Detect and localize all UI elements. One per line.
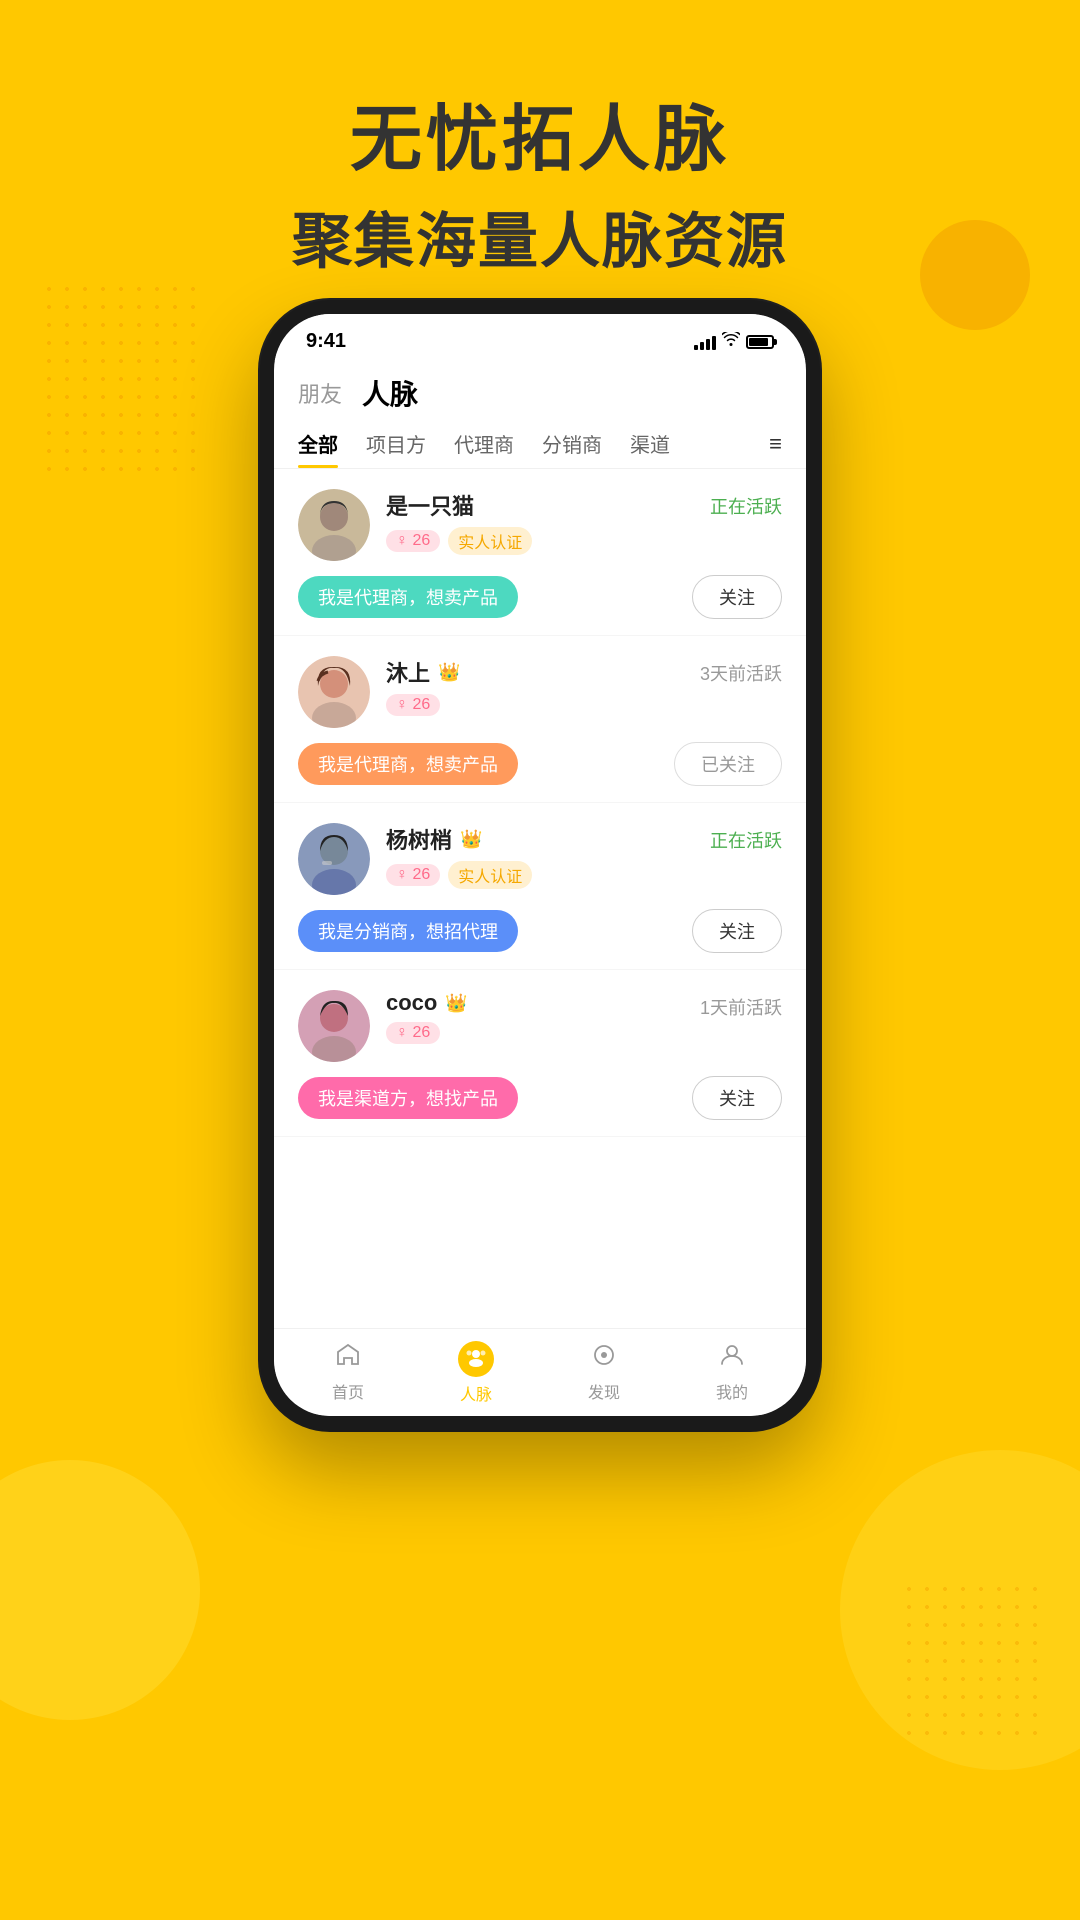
user-name: 杨树梢	[386, 823, 452, 855]
follow-button[interactable]: 关注	[692, 909, 782, 953]
follow-button[interactable]: 已关注	[674, 742, 782, 786]
user-details: 沐上 👑 ♀ 26	[386, 656, 460, 716]
intro-tag: 我是分销商，想招代理	[298, 910, 518, 952]
wifi-icon	[722, 332, 740, 351]
top-nav: 朋友 人脉	[274, 361, 806, 413]
avatar	[298, 823, 370, 895]
battery-icon	[746, 335, 774, 349]
tags-row: ♀ 26	[386, 694, 460, 716]
bg-circle-left-bottom	[0, 1460, 200, 1720]
intro-tag: 我是渠道方，想找产品	[298, 1077, 518, 1119]
phone-screen: 9:41	[274, 314, 806, 1416]
nav-discover[interactable]: 发现	[540, 1342, 668, 1403]
user-card-bottom: 我是分销商，想招代理 关注	[298, 909, 782, 953]
nav-renmai-label: 人脉	[460, 1381, 492, 1405]
user-name: 是一只猫	[386, 489, 474, 521]
avatar	[298, 489, 370, 561]
follow-button[interactable]: 关注	[692, 1076, 782, 1120]
user-card: 沐上 👑 ♀ 26 3天前活跃 我是代理商，想卖产品 已关注	[274, 636, 806, 803]
user-card: coco 👑 ♀ 26 1天前活跃 我是渠道方，想找产品 关注	[274, 970, 806, 1137]
crown-icon: 👑	[460, 829, 482, 850]
avatar	[298, 990, 370, 1062]
user-details: coco 👑 ♀ 26	[386, 990, 468, 1044]
status-time: 9:41	[306, 330, 346, 353]
phone-mockup: 9:41	[260, 300, 820, 1430]
nav-mine-label: 我的	[716, 1379, 748, 1403]
home-icon	[335, 1342, 361, 1375]
user-status: 正在活跃	[710, 489, 782, 519]
nav-discover-label: 发现	[588, 1379, 620, 1403]
user-card: 是一只猫 ♀ 26 实人认证 正在活跃 我是代理商，想卖产品 关注	[274, 469, 806, 636]
mine-icon	[719, 1342, 745, 1375]
user-card: 杨树梢 👑 ♀ 26 实人认证 正在活跃 我是分销商，想招代理 关注	[274, 803, 806, 970]
user-card-top: 杨树梢 👑 ♀ 26 实人认证 正在活跃	[298, 823, 782, 895]
bg-dots-right	[900, 1580, 1040, 1740]
tab-agent[interactable]: 代理商	[454, 429, 514, 468]
verified-tag: 实人认证	[448, 527, 532, 555]
user-name-row: 杨树梢 👑	[386, 823, 532, 855]
tab-channel[interactable]: 渠道	[630, 429, 670, 468]
user-card-bottom: 我是渠道方，想找产品 关注	[298, 1076, 782, 1120]
user-status: 1天前活跃	[700, 990, 782, 1020]
friends-tab[interactable]: 朋友	[298, 377, 342, 409]
tags-row: ♀ 26 实人认证	[386, 861, 532, 889]
user-info-left: 杨树梢 👑 ♀ 26 实人认证	[298, 823, 532, 895]
user-name: coco	[386, 990, 437, 1016]
user-info-left: 沐上 👑 ♀ 26	[298, 656, 460, 728]
crown-icon: 👑	[445, 993, 467, 1014]
follow-button[interactable]: 关注	[692, 575, 782, 619]
status-icons	[694, 332, 774, 351]
discover-icon	[591, 1342, 617, 1375]
user-name-row: 是一只猫	[386, 489, 532, 521]
header-section: 无忧拓人脉 聚集海量人脉资源	[0, 0, 1080, 280]
nav-home[interactable]: 首页	[284, 1342, 412, 1403]
nav-renmai[interactable]: 人脉	[412, 1341, 540, 1405]
user-status: 3天前活跃	[700, 656, 782, 686]
phone-frame: 9:41	[260, 300, 820, 1430]
nav-mine[interactable]: 我的	[668, 1342, 796, 1403]
user-info-left: 是一只猫 ♀ 26 实人认证	[298, 489, 532, 561]
status-bar: 9:41	[274, 314, 806, 361]
signal-icon	[694, 334, 716, 350]
avatar	[298, 656, 370, 728]
gender-tag: ♀ 26	[386, 864, 440, 886]
renmai-nav-icon	[465, 1345, 487, 1373]
gender-tag: ♀ 26	[386, 530, 440, 552]
tags-row: ♀ 26	[386, 1022, 468, 1044]
header-line1: 无忧拓人脉	[0, 80, 1080, 185]
nav-active-indicator	[458, 1341, 494, 1377]
filter-tabs: 全部 项目方 代理商 分销商 渠道 ≡	[274, 413, 806, 469]
gender-tag: ♀ 26	[386, 1022, 440, 1044]
user-card-top: coco 👑 ♀ 26 1天前活跃	[298, 990, 782, 1062]
user-card-bottom: 我是代理商，想卖产品 已关注	[298, 742, 782, 786]
intro-tag: 我是代理商，想卖产品	[298, 576, 518, 618]
bg-dots-left	[40, 280, 200, 480]
user-card-top: 沐上 👑 ♀ 26 3天前活跃	[298, 656, 782, 728]
verified-tag: 实人认证	[448, 861, 532, 889]
tags-row: ♀ 26 实人认证	[386, 527, 532, 555]
user-name-row: coco 👑	[386, 990, 468, 1016]
user-name: 沐上	[386, 656, 430, 688]
tab-project[interactable]: 项目方	[366, 429, 426, 468]
user-details: 是一只猫 ♀ 26 实人认证	[386, 489, 532, 555]
user-details: 杨树梢 👑 ♀ 26 实人认证	[386, 823, 532, 889]
user-card-bottom: 我是代理商，想卖产品 关注	[298, 575, 782, 619]
gender-tag: ♀ 26	[386, 694, 440, 716]
tab-distributor[interactable]: 分销商	[542, 429, 602, 468]
user-status: 正在活跃	[710, 823, 782, 853]
nav-home-label: 首页	[332, 1379, 364, 1403]
user-info-left: coco 👑 ♀ 26	[298, 990, 468, 1062]
intro-tag: 我是代理商，想卖产品	[298, 743, 518, 785]
crown-icon: 👑	[438, 662, 460, 683]
bottom-nav: 首页 人脉	[274, 1328, 806, 1416]
tab-all[interactable]: 全部	[298, 429, 338, 468]
user-card-top: 是一只猫 ♀ 26 实人认证 正在活跃	[298, 489, 782, 561]
renmai-tab[interactable]: 人脉	[362, 373, 418, 413]
user-name-row: 沐上 👑	[386, 656, 460, 688]
header-line2: 聚集海量人脉资源	[0, 193, 1080, 280]
filter-menu-icon[interactable]: ≡	[769, 431, 782, 467]
